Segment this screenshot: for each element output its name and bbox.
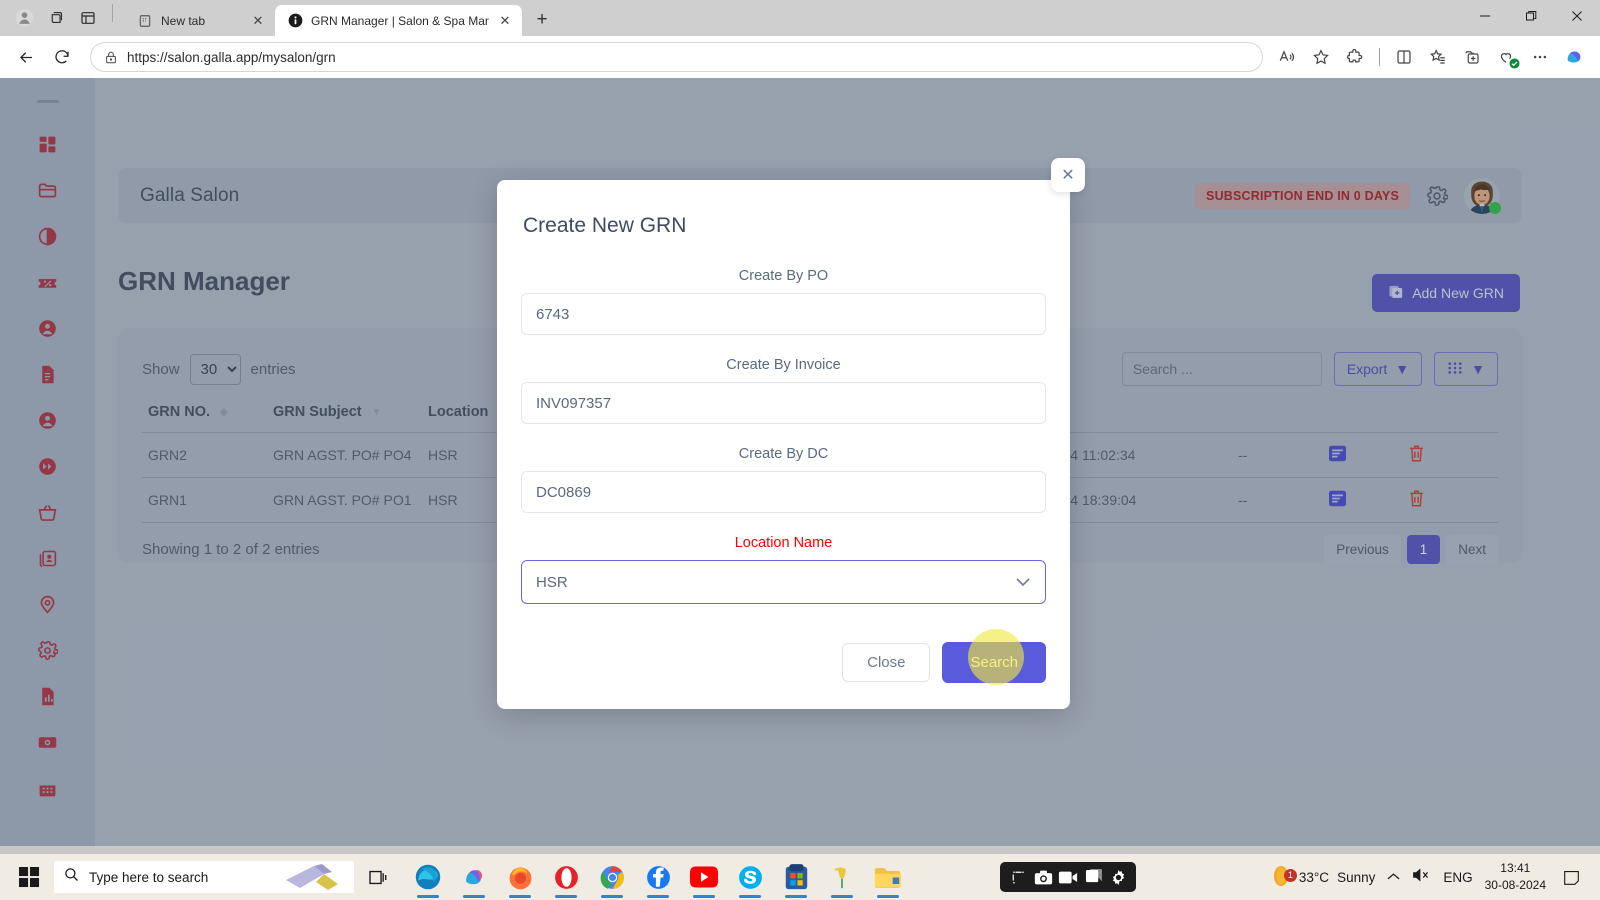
close-icon[interactable]: ✕ xyxy=(497,13,513,29)
collections-icon[interactable] xyxy=(1422,42,1454,72)
notification-center-icon[interactable] xyxy=(1558,864,1584,890)
tray-icons: ENG xyxy=(1387,867,1473,888)
tab-title: GRN Manager | Salon & Spa Man xyxy=(311,13,489,28)
taskbar-app-list xyxy=(402,854,908,900)
taskbar-app-youtube-icon[interactable] xyxy=(684,854,724,900)
label-create-by-invoice: Create By Invoice xyxy=(726,357,841,373)
toolbar-icon-group xyxy=(1267,42,1590,72)
clock-date: 30-08-2024 xyxy=(1484,878,1546,892)
settings-icon[interactable] xyxy=(1107,866,1129,888)
capture-screenshot-icon[interactable] xyxy=(1007,866,1029,888)
weather-sun-icon: 1 xyxy=(1271,864,1297,891)
titlebar-divider xyxy=(112,4,113,22)
close-icon[interactable]: ✕ xyxy=(250,13,266,29)
weather-alert-badge: 1 xyxy=(1283,868,1297,882)
window-minimize-button[interactable] xyxy=(1462,0,1508,32)
start-button[interactable] xyxy=(6,854,52,900)
windows-taskbar: Type here to search 1 33°C Sunny ENG 13:… xyxy=(0,854,1600,900)
more-settings-icon[interactable] xyxy=(1524,42,1556,72)
modal-close-button[interactable]: ✕ xyxy=(1051,158,1085,192)
label-create-by-po: Create By PO xyxy=(738,268,829,284)
screen-capture-toolbar xyxy=(1000,862,1136,892)
input-create-by-invoice[interactable] xyxy=(521,382,1046,424)
video-icon[interactable] xyxy=(1057,866,1079,888)
window-icon[interactable] xyxy=(1082,866,1104,888)
taskbar-app-skype-icon[interactable] xyxy=(730,854,770,900)
label-location-name: Location Name xyxy=(734,535,833,551)
browser-essentials-icon[interactable] xyxy=(1456,42,1488,72)
modal-actions: Close Search xyxy=(521,628,1046,683)
read-aloud-icon[interactable] xyxy=(1271,42,1303,72)
browser-tab-new-tab[interactable]: New tab ✕ xyxy=(125,5,275,36)
field-group-location-name: Location Name HSR xyxy=(521,535,1046,604)
camera-icon[interactable] xyxy=(1032,866,1054,888)
tab-title: New tab xyxy=(161,13,206,28)
create-new-grn-modal: ✕ Create New GRN Create By PO Create By … xyxy=(497,158,1085,709)
modal-cancel-button[interactable]: Close xyxy=(842,643,931,682)
clock-time: 13:41 xyxy=(1500,860,1531,875)
copilot-icon[interactable] xyxy=(1558,42,1590,72)
workspaces-icon[interactable] xyxy=(42,5,70,31)
taskbar-system-tray: 1 33°C Sunny ENG 13:41 30-08-2024 xyxy=(1271,860,1594,895)
browser-toolbar: https://salon.galla.app/mysalon/grn xyxy=(0,36,1600,78)
reload-button[interactable] xyxy=(46,41,78,73)
field-group-create-by-po: Create By PO xyxy=(521,268,1046,357)
taskbar-app-file-explorer-icon[interactable] xyxy=(868,854,908,900)
language-indicator[interactable]: ENG xyxy=(1443,870,1472,885)
shopping-icon[interactable] xyxy=(1490,42,1522,72)
input-create-by-po[interactable] xyxy=(521,293,1046,335)
taskbar-clock[interactable]: 13:41 30-08-2024 xyxy=(1485,860,1546,895)
taskbar-app-copilot-icon[interactable] xyxy=(454,854,494,900)
url-text: https://salon.galla.app/mysalon/grn xyxy=(127,49,336,65)
weather-temp: 33°C xyxy=(1298,869,1330,885)
select-location-name[interactable]: HSR xyxy=(521,560,1046,604)
back-button[interactable] xyxy=(10,41,42,73)
input-create-by-dc[interactable] xyxy=(521,471,1046,513)
split-screen-icon[interactable] xyxy=(1388,42,1420,72)
profile-avatar-icon[interactable] xyxy=(10,5,38,31)
volume-mute-icon[interactable] xyxy=(1412,867,1431,888)
page-viewport: Galla Salon SUBSCRIPTION END IN 0 DAYS G… xyxy=(0,78,1600,846)
task-view-button[interactable] xyxy=(356,854,400,900)
field-group-create-by-invoice: Create By Invoice xyxy=(521,357,1046,446)
blank-page-icon xyxy=(137,13,153,29)
search-icon xyxy=(64,867,79,887)
lock-icon xyxy=(99,50,123,65)
taskbar-app-tulip-icon[interactable] xyxy=(822,854,862,900)
tray-chevron-up-icon[interactable] xyxy=(1387,868,1400,886)
browser-titlebar: New tab ✕ GRN Manager | Salon & Spa Man … xyxy=(0,0,1600,36)
window-controls xyxy=(1462,0,1600,32)
new-tab-button[interactable]: + xyxy=(528,6,556,34)
search-highlight-graphic xyxy=(280,862,350,893)
location-select-wrapper: HSR xyxy=(521,560,1046,604)
weather-widget[interactable]: 1 33°C Sunny xyxy=(1271,864,1375,891)
modal-search-button[interactable]: Search xyxy=(942,642,1046,683)
taskbar-app-opera-icon[interactable] xyxy=(546,854,586,900)
modal-title: Create New GRN xyxy=(523,214,687,237)
taskbar-app-chrome-icon[interactable] xyxy=(592,854,632,900)
taskbar-app-microsoft-store-icon[interactable] xyxy=(776,854,816,900)
toolbar-divider xyxy=(1379,48,1380,66)
titlebar-left-group xyxy=(0,4,125,36)
browser-tab-grn-manager[interactable]: GRN Manager | Salon & Spa Man ✕ xyxy=(275,5,522,36)
taskbar-app-edge-icon[interactable] xyxy=(408,854,448,900)
taskbar-app-firefox-icon[interactable] xyxy=(500,854,540,900)
label-create-by-dc: Create By DC xyxy=(738,446,829,462)
taskbar-search-placeholder: Type here to search xyxy=(89,869,209,885)
tab-actions-icon[interactable] xyxy=(74,5,102,31)
field-group-create-by-dc: Create By DC xyxy=(521,446,1046,535)
taskbar-search-box[interactable]: Type here to search xyxy=(54,861,354,893)
taskbar-app-facebook-icon[interactable] xyxy=(638,854,678,900)
address-bar[interactable]: https://salon.galla.app/mysalon/grn xyxy=(90,42,1263,72)
window-close-button[interactable] xyxy=(1554,0,1600,32)
favorite-star-icon[interactable] xyxy=(1305,42,1337,72)
weather-condition: Sunny xyxy=(1337,869,1376,885)
extensions-icon[interactable] xyxy=(1339,42,1371,72)
window-maximize-button[interactable] xyxy=(1508,0,1554,32)
info-circle-icon xyxy=(287,13,303,29)
